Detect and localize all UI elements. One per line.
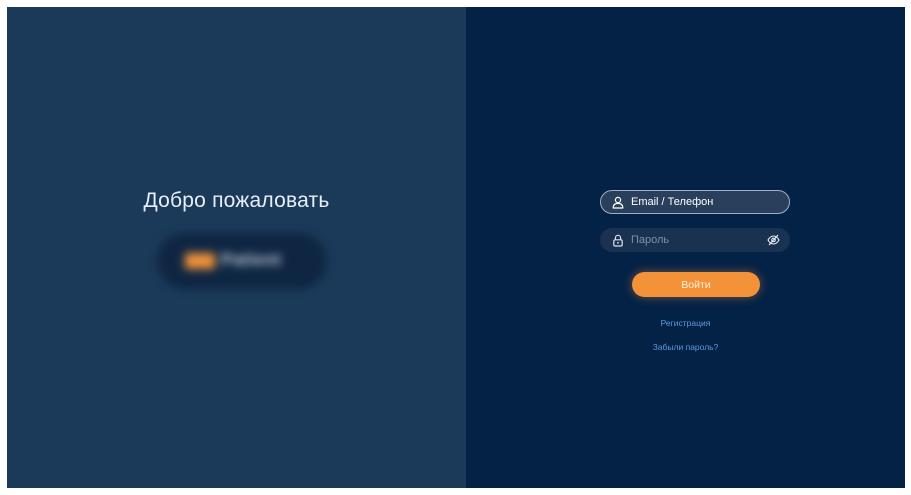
password-input[interactable] xyxy=(631,229,766,251)
email-field[interactable] xyxy=(600,190,790,214)
logo-mark xyxy=(185,253,215,269)
eye-off-icon[interactable] xyxy=(766,233,780,247)
welcome-panel: Добро пожаловать Patient xyxy=(7,7,466,488)
login-button[interactable]: Войти xyxy=(632,272,760,297)
login-panel: Войти Регистрация Забыли пароль? xyxy=(466,7,905,488)
login-screen: Добро пожаловать Patient Email / Телефон… xyxy=(7,7,905,488)
logo-text: Patient xyxy=(221,250,282,269)
register-link[interactable]: Регистрация xyxy=(466,318,905,328)
user-icon xyxy=(611,195,625,209)
lock-icon xyxy=(611,233,625,247)
email-input[interactable] xyxy=(631,191,789,213)
welcome-title: Добро пожаловать xyxy=(143,189,330,212)
forgot-password-link[interactable]: Забыли пароль? xyxy=(466,342,905,352)
password-field[interactable] xyxy=(600,228,790,252)
brand-logo: Patient xyxy=(157,233,327,289)
